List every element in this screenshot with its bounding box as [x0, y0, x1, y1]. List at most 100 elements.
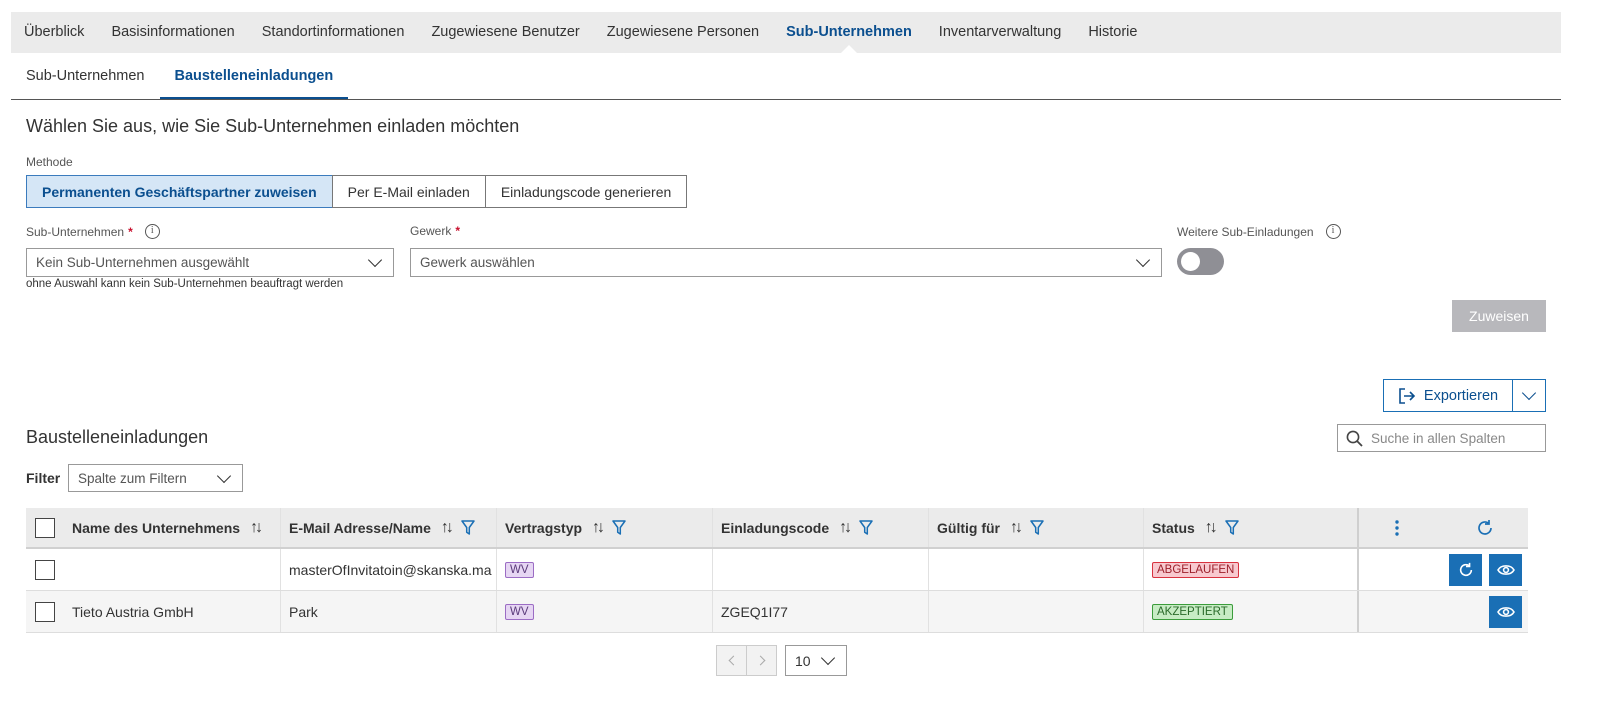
- column-header-email[interactable]: E-Mail Adresse/Name ↑↓: [281, 508, 497, 547]
- chevron-down-icon: [1135, 252, 1151, 268]
- trade-select[interactable]: Gewerk auswählen: [410, 248, 1162, 277]
- column-label: Einladungscode: [721, 519, 830, 536]
- subcontractor-hint: ohne Auswahl kann kein Sub-Unternehmen b…: [26, 278, 344, 290]
- eye-icon: [1496, 564, 1515, 575]
- more-invites-label: Weitere Sub-Einladungen i: [1177, 224, 1341, 239]
- cell-valid-for: [929, 549, 1144, 590]
- column-label: Vertragstyp: [505, 519, 583, 536]
- view-button[interactable]: [1489, 595, 1522, 628]
- column-label: E-Mail Adresse/Name: [289, 519, 431, 536]
- export-button[interactable]: Exportieren: [1383, 379, 1513, 412]
- more-vertical-icon[interactable]: [1394, 519, 1400, 537]
- nav-assigned-persons[interactable]: Zugewiesene Personen: [593, 12, 772, 53]
- export-dropdown-button[interactable]: [1512, 379, 1546, 412]
- view-button[interactable]: [1489, 553, 1522, 586]
- nav-overview[interactable]: Überblick: [11, 12, 98, 53]
- method-invite-code-button[interactable]: Einladungscode generieren: [484, 175, 688, 208]
- nav-location-info[interactable]: Standortinformationen: [248, 12, 418, 53]
- tab-subcontractors[interactable]: Sub-Unternehmen: [11, 55, 160, 99]
- cell-valid-for: [929, 591, 1144, 632]
- cell-status: ABGELAUFEN: [1144, 549, 1359, 590]
- refresh-icon[interactable]: [1476, 519, 1494, 537]
- subcontractor-select-value: Kein Sub-Unternehmen ausgewählt: [36, 255, 250, 270]
- status-badge: ABGELAUFEN: [1152, 561, 1240, 578]
- filter-icon[interactable]: [1030, 519, 1044, 536]
- info-icon[interactable]: i: [1325, 224, 1341, 239]
- assign-button[interactable]: Zuweisen: [1452, 300, 1546, 332]
- search-box: [1337, 424, 1546, 452]
- page-size-select[interactable]: 10: [785, 645, 847, 676]
- cell-contract-type: WV: [497, 549, 713, 590]
- tab-site-invitations[interactable]: Baustelleneinladungen: [159, 55, 349, 99]
- cell-invite-code: [713, 549, 929, 590]
- column-header-status[interactable]: Status ↑↓: [1144, 508, 1359, 547]
- filter-icon[interactable]: [461, 519, 475, 536]
- main-nav: Überblick Basisinformationen Standortinf…: [11, 12, 1561, 54]
- cell-contract-type: WV: [497, 591, 713, 632]
- search-icon: [1346, 430, 1363, 447]
- sort-icon[interactable]: ↑↓: [1010, 519, 1023, 537]
- more-invites-toggle[interactable]: [1177, 248, 1224, 275]
- cell-email: masterOfInvitatoin@skanska.ma: [281, 549, 497, 590]
- column-label: Status: [1152, 519, 1195, 536]
- info-icon[interactable]: i: [144, 224, 160, 239]
- export-icon: [1399, 387, 1416, 404]
- invitations-table: Name des Unternehmens ↑↓ E-Mail Adresse/…: [26, 508, 1528, 633]
- filter-icon[interactable]: [859, 519, 873, 536]
- nav-assigned-users[interactable]: Zugewiesene Benutzer: [418, 12, 593, 53]
- method-permanent-partner-button[interactable]: Permanenten Geschäftspartner zuweisen: [26, 175, 333, 208]
- chevron-left-icon: [728, 655, 738, 666]
- page-size-value: 10: [795, 652, 811, 669]
- contract-type-badge: WV: [505, 561, 534, 578]
- export-label: Exportieren: [1423, 387, 1499, 404]
- row-select-cell: [26, 549, 64, 590]
- method-button-group: Permanenten Geschäftspartner zuweisen Pe…: [26, 175, 688, 208]
- table-row[interactable]: masterOfInvitatoin@skanska.ma WV ABGELAU…: [26, 549, 1528, 591]
- required-mark: *: [455, 224, 461, 238]
- column-header-invite-code[interactable]: Einladungscode ↑↓: [713, 508, 929, 547]
- more-invites-label-text: Weitere Sub-Einladungen: [1177, 224, 1314, 239]
- eye-icon: [1496, 606, 1515, 617]
- sort-icon[interactable]: ↑↓: [441, 519, 454, 537]
- nav-history[interactable]: Historie: [1075, 12, 1151, 53]
- sort-icon[interactable]: ↑↓: [250, 519, 263, 537]
- subcontractor-select[interactable]: Kein Sub-Unternehmen ausgewählt: [26, 248, 394, 277]
- sort-icon[interactable]: ↑↓: [592, 519, 605, 537]
- nav-subcontractors[interactable]: Sub-Unternehmen: [773, 12, 926, 54]
- cell-status: AKZEPTIERT: [1144, 591, 1359, 632]
- row-checkbox[interactable]: [35, 601, 55, 622]
- prev-page-button[interactable]: [716, 645, 747, 676]
- trade-label-text: Gewerk: [410, 224, 452, 238]
- trade-label: Gewerk *: [410, 224, 460, 238]
- cell-actions: [1359, 549, 1528, 590]
- contract-type-badge: WV: [505, 603, 534, 620]
- next-page-button[interactable]: [746, 645, 777, 676]
- nav-basic-info[interactable]: Basisinformationen: [98, 12, 248, 53]
- column-header-valid-for[interactable]: Gültig für ↑↓: [929, 508, 1144, 547]
- filter-column-select[interactable]: Spalte zum Filtern: [68, 464, 243, 492]
- table-header: Name des Unternehmens ↑↓ E-Mail Adresse/…: [26, 508, 1528, 549]
- refresh-icon: [1459, 562, 1472, 576]
- row-checkbox[interactable]: [35, 559, 55, 580]
- cell-actions: [1359, 591, 1528, 632]
- sort-icon[interactable]: ↑↓: [839, 519, 852, 537]
- nav-inventory[interactable]: Inventarverwaltung: [925, 12, 1075, 53]
- subcontractor-label-text: Sub-Unternehmen: [26, 224, 125, 239]
- trade-select-value: Gewerk auswählen: [420, 255, 535, 270]
- chevron-right-icon: [755, 655, 765, 666]
- column-label: Gültig für: [937, 519, 1000, 536]
- table-title: Baustelleneinladungen: [26, 427, 209, 447]
- cell-invite-code: ZGEQ1I77: [713, 591, 929, 632]
- column-header-contract-type[interactable]: Vertragstyp ↑↓: [497, 508, 713, 547]
- row-select-cell: [26, 591, 64, 632]
- search-input[interactable]: [1371, 430, 1531, 446]
- sort-icon[interactable]: ↑↓: [1205, 519, 1218, 537]
- column-header-company[interactable]: Name des Unternehmens ↑↓: [64, 508, 281, 547]
- filter-column-value: Spalte zum Filtern: [78, 470, 187, 486]
- filter-icon[interactable]: [1225, 519, 1239, 536]
- filter-icon[interactable]: [612, 519, 626, 536]
- method-email-invite-button[interactable]: Per E-Mail einladen: [331, 175, 486, 208]
- resend-button[interactable]: [1449, 553, 1482, 586]
- table-row[interactable]: Tieto Austria GmbH Park WV ZGEQ1I77 AKZE…: [26, 591, 1528, 633]
- select-all-checkbox[interactable]: [35, 517, 55, 538]
